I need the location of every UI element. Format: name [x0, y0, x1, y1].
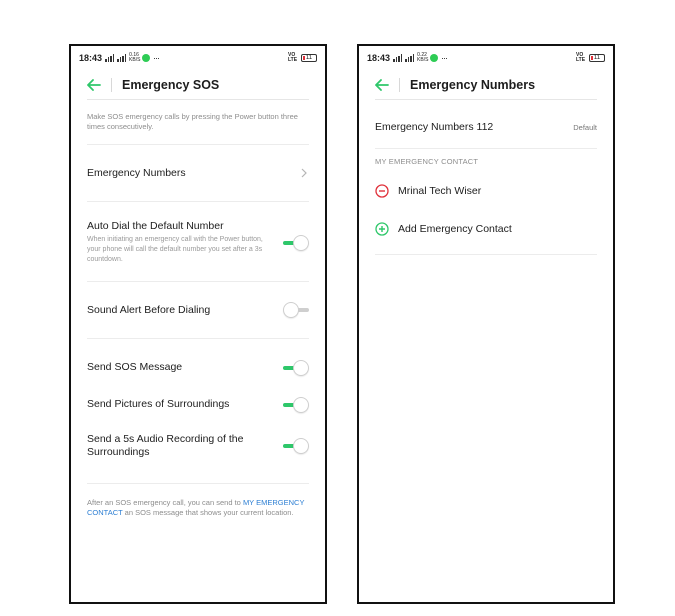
- chevron-right-icon: [299, 167, 309, 179]
- footer-note: After an SOS emergency call, you can sen…: [87, 484, 309, 518]
- auto-dial-row: Auto Dial the Default Number When initia…: [87, 202, 309, 281]
- page-title: Emergency Numbers: [410, 77, 536, 92]
- footer-text-after: an SOS message that shows your current l…: [124, 508, 294, 517]
- divider: [375, 254, 597, 255]
- appbar-divider: [399, 77, 400, 92]
- app-bar: Emergency SOS: [87, 70, 309, 100]
- signal-icon: [393, 54, 403, 62]
- battery-icon: 11: [589, 54, 605, 62]
- appbar-divider: [111, 77, 112, 92]
- phone-screen-emergency-sos: 18:43 0.16 KB/S ··· VO LTE 11 Emergency SO…: [69, 44, 327, 604]
- auto-dial-toggle[interactable]: [283, 234, 309, 251]
- emergency-number-label: Emergency Numbers 112: [375, 121, 494, 133]
- page-title: Emergency SOS: [122, 77, 220, 92]
- send-sos-message-title: Send SOS Message: [87, 361, 183, 373]
- more-notifications-icon: ···: [153, 53, 160, 63]
- volte-indicator: VO LTE: [576, 52, 586, 63]
- send-pictures-title: Send Pictures of Surroundings: [87, 398, 230, 410]
- add-contact-icon: [375, 222, 389, 236]
- send-pictures-row: Send Pictures of Surroundings: [87, 386, 309, 423]
- auto-dial-title: Auto Dial the Default Number: [87, 220, 224, 232]
- send-audio-toggle[interactable]: [283, 438, 309, 454]
- contacts-section-caption: MY EMERGENCY CONTACT: [375, 157, 479, 166]
- status-bar: 18:43 0.16 KB/S ··· VO LTE 11: [71, 46, 325, 70]
- send-audio-title: Send a 5s Audio Recording of the Surroun…: [87, 433, 244, 458]
- sound-alert-title: Sound Alert Before Dialing: [87, 303, 211, 316]
- volte-indicator: VO LTE: [288, 52, 298, 63]
- add-emergency-contact-button[interactable]: Add Emergency Contact: [375, 210, 597, 248]
- send-audio-row: Send a 5s Audio Recording of the Surroun…: [87, 423, 309, 469]
- battery-icon: 11: [301, 54, 317, 62]
- send-sos-message-toggle[interactable]: [283, 359, 309, 376]
- emergency-numbers-row[interactable]: Emergency Numbers: [87, 145, 309, 201]
- phone-screen-emergency-numbers: 18:43 0.22 KB/S ··· VO LTE 11 Emergency Nu…: [357, 44, 615, 604]
- more-notifications-icon: ···: [441, 53, 448, 63]
- signal-icon-2: [405, 54, 415, 62]
- status-time: 18:43: [79, 53, 103, 63]
- sound-alert-row: Sound Alert Before Dialing: [87, 282, 309, 338]
- status-bar: 18:43 0.22 KB/S ··· VO LTE 11: [359, 46, 613, 70]
- contact-name: Mrinal Tech Wiser: [398, 185, 482, 197]
- footer-text-before: After an SOS emergency call, you can sen…: [87, 498, 241, 507]
- back-arrow-icon[interactable]: [87, 77, 103, 93]
- sos-description: Make SOS emergency calls by pressing the…: [87, 112, 298, 131]
- sound-alert-toggle[interactable]: [283, 302, 309, 318]
- auto-dial-description: When initiating an emergency call with t…: [87, 236, 263, 263]
- send-pictures-toggle[interactable]: [283, 396, 309, 413]
- send-sos-message-row: Send SOS Message: [87, 349, 309, 386]
- app-notification-icon: [430, 54, 439, 62]
- default-badge: Default: [573, 122, 597, 132]
- app-notification-icon: [142, 54, 151, 62]
- emergency-number-row[interactable]: Emergency Numbers 112 Default: [375, 110, 597, 144]
- network-speed: 0.22 KB/S: [417, 52, 429, 63]
- emergency-numbers-label: Emergency Numbers: [87, 166, 186, 179]
- add-contact-label: Add Emergency Contact: [398, 223, 512, 235]
- signal-icon-2: [117, 54, 127, 62]
- app-bar: Emergency Numbers: [375, 70, 597, 100]
- status-time: 18:43: [367, 53, 391, 63]
- contact-item[interactable]: Mrinal Tech Wiser: [375, 172, 597, 210]
- remove-contact-icon[interactable]: [375, 184, 389, 198]
- back-arrow-icon[interactable]: [375, 77, 391, 93]
- network-speed: 0.16 KB/S: [129, 52, 141, 63]
- signal-icon: [105, 54, 115, 62]
